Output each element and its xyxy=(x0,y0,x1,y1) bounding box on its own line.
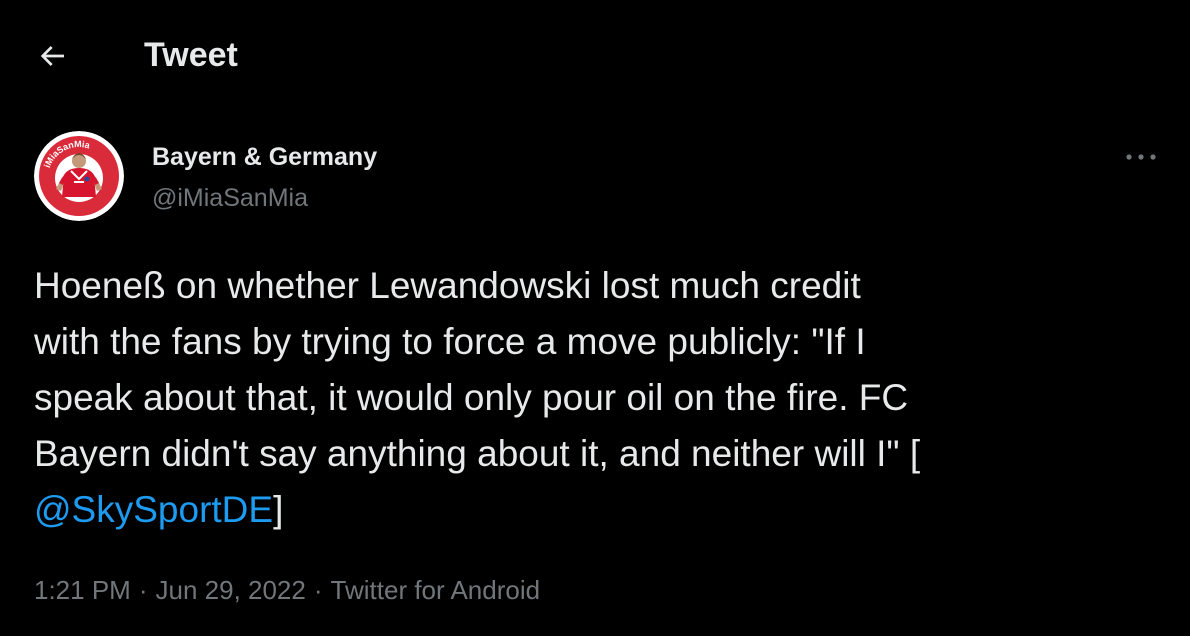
page-title: Tweet xyxy=(144,36,238,74)
tweet-text-line: speak about that, it would only pour oil… xyxy=(34,377,909,418)
tweet-time[interactable]: 1:21 PM xyxy=(34,575,131,605)
meta-separator: · xyxy=(138,575,148,605)
tweet-date[interactable]: Jun 29, 2022 xyxy=(156,575,306,605)
tweet-text: Hoeneß on whether Lewandowski lost much … xyxy=(34,258,1164,538)
tweet-text-bracket: ] xyxy=(273,489,284,530)
tweet-author: iMiaSanMia Bayern & Germany @iMiaSanMia xyxy=(0,124,1190,234)
back-button[interactable] xyxy=(30,34,74,78)
mention-link[interactable]: @SkySportDE xyxy=(34,489,273,530)
author-display-name[interactable]: Bayern & Germany xyxy=(152,141,377,173)
avatar-image: iMiaSanMia xyxy=(34,131,124,221)
more-horizontal-icon xyxy=(1126,154,1156,160)
avatar[interactable]: iMiaSanMia xyxy=(34,131,124,221)
author-handle[interactable]: @iMiaSanMia xyxy=(152,182,308,214)
arrow-left-icon xyxy=(40,46,64,66)
tweet-header: Tweet xyxy=(0,0,1190,108)
tweet-text-line: with the fans by trying to force a move … xyxy=(34,321,866,362)
tweet-metadata: 1:21 PM · Jun 29, 2022 · Twitter for Android xyxy=(34,572,540,608)
meta-separator: · xyxy=(313,575,323,605)
tweet-text-line: Hoeneß on whether Lewandowski lost much … xyxy=(34,265,861,306)
more-options-button[interactable] xyxy=(1118,140,1164,174)
tweet-source[interactable]: Twitter for Android xyxy=(331,575,541,605)
tweet-text-line: Bayern didn't say anything about it, and… xyxy=(34,433,921,474)
